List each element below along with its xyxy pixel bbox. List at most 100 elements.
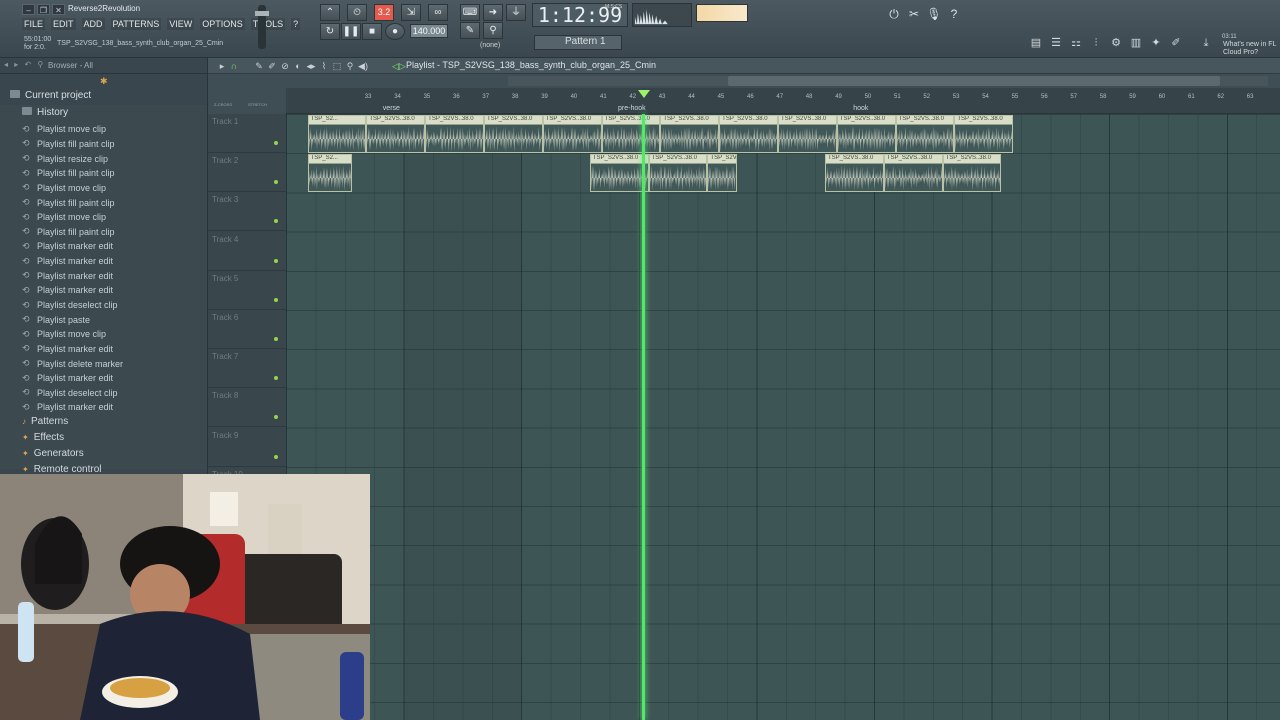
stop-button[interactable]: ■ [362,23,382,40]
clip-header[interactable]: TSP_S2VS..38.0 [649,155,707,165]
horizontal-scrollbar[interactable] [728,76,1220,86]
audio-clip[interactable]: TSP_S2... [307,115,367,153]
clip-header[interactable]: TSP_S2VS..38.0 [590,155,648,165]
menu-tools[interactable]: TOOLS [250,18,286,30]
audio-clip[interactable]: TSP_S2VS..38.0 [777,115,837,153]
mixer-window-icon[interactable]: ⫶ [1088,35,1104,51]
audio-clip[interactable]: TSP_S2VS..38.0 [707,154,737,193]
history-item[interactable]: ⟲ Playlist marker edit [22,371,123,386]
browser-nav-icons[interactable]: ◂ ▸ ↶ ⚲ [4,60,45,69]
playhead[interactable] [641,114,645,720]
cut-icon[interactable]: ✂ [906,6,922,22]
zoom-tool-icon[interactable]: ⚲ [344,59,356,73]
history-folder[interactable]: History [22,107,68,118]
history-item[interactable]: ⟲ Playlist marker edit [22,254,123,269]
audio-clip[interactable]: TSP_S2VS..38.0 [483,115,543,153]
mixer-icon[interactable]: ⏚ [506,4,526,21]
track-header[interactable]: Track 5 [208,271,286,310]
metronome-icon[interactable]: ⌃ [320,4,340,21]
help-icon[interactable]: ? [946,6,962,22]
power-icon[interactable]: ⏻ [886,6,902,22]
audio-clip[interactable]: TSP_S2VS..38.0 [542,115,602,153]
clip-header[interactable]: TSP_S2VS..38.0 [955,116,1013,125]
audio-clip[interactable]: TSP_S2VS..38.0 [366,115,426,153]
track-header[interactable]: Track 7 [208,349,286,389]
track-mute-led[interactable] [274,376,278,381]
history-item[interactable]: ⟲ Playlist marker edit [22,283,123,298]
track-header[interactable]: Track 4 [208,232,286,271]
download-icon[interactable]: ⤓ [1198,35,1214,51]
history-item[interactable]: ⟲ Playlist fill paint clip [22,137,123,152]
playhead-marker[interactable] [637,90,650,98]
clip-header[interactable]: TSP_S2VS..38.0 [426,116,483,125]
menu-patterns[interactable]: PATTERNS [110,18,162,30]
browser-title[interactable]: Browser - All [48,61,93,70]
track-header[interactable]: Track 6 [208,310,286,349]
plugin-picker-icon[interactable]: ✦ [1148,35,1164,51]
menu-view[interactable]: VIEW [167,18,195,30]
slip-tool-icon[interactable]: ◂▸ [305,59,317,73]
clip-header[interactable]: TSP_S2VS..38.0 [661,116,719,125]
category-generators[interactable]: ✦ Generators [22,448,84,459]
clip-header[interactable]: TSP_S2VS..38.0 [602,116,660,125]
clip-header[interactable]: TSP_S2... [308,155,351,165]
close-icon[interactable]: ✕ [52,4,65,15]
clip-header[interactable]: TSP_S2VS..38.0 [943,155,1001,165]
snap-selector[interactable]: (none) [480,42,500,49]
paint-tool-icon[interactable]: ✐ [266,59,278,73]
history-item[interactable]: ⟲ Playlist fill paint clip [22,224,123,239]
history-item[interactable]: ⟲ Playlist marker edit [22,400,123,415]
menu-help[interactable]: ? [291,18,301,30]
clip-header[interactable]: TSP_S2VS..38.0 [543,116,601,125]
audio-clip[interactable]: TSP_S2VS..38.0 [719,115,778,153]
track-mute-led[interactable] [274,141,278,145]
track-mute-led[interactable] [274,454,278,459]
menu-file[interactable]: FILE [22,18,46,30]
history-item[interactable]: ⟲ Playlist delete marker [22,356,123,371]
magnet-icon[interactable]: ∩ [228,59,240,73]
select-tool-icon[interactable]: ⬚ [331,59,343,73]
wait-input-icon[interactable]: ⏲ [347,4,367,21]
microphone-icon[interactable]: 🎙 [926,6,942,22]
playlist-options-icon[interactable]: ▸ [216,59,228,73]
playback-tool-icon[interactable]: ◀) [357,59,369,73]
history-item[interactable]: ⟲ Playlist deselect clip [22,386,123,401]
typing-keyboard-icon[interactable]: ⌨ [460,4,480,21]
clip-header[interactable]: TSP_S2VS..38.0 [778,116,836,125]
pencil-icon[interactable]: ✎ [460,22,480,39]
history-item[interactable]: ⟲ Playlist fill paint clip [22,195,123,210]
audio-clip[interactable]: TSP_S2VS..38.0 [895,115,955,153]
slice-tool-icon[interactable]: ⌇ [318,59,330,73]
star-icon[interactable]: ✱ [100,76,108,87]
step-edit-icon[interactable]: ⇲ [401,4,421,21]
audio-clip[interactable]: TSP_S2VS..38.0 [648,154,708,193]
history-item[interactable]: ⟲ Playlist move clip [22,327,123,342]
audio-clip[interactable]: TSP_S2VS..38.0 [825,154,884,193]
restore-icon[interactable]: ❐ [37,4,50,15]
playlist-arrow-icon[interactable]: ◁▷ [392,59,406,73]
menu-edit[interactable]: EDIT [51,18,76,30]
history-item[interactable]: ⟲ Playlist marker edit [22,268,123,283]
clip-header[interactable]: TSP_S2VS..38.0 [896,116,954,125]
audio-clip[interactable]: TSP_S2VS..38.0 [942,154,1002,193]
news-text[interactable]: What's new in FL Cloud Pro? [1223,41,1279,57]
menu-add[interactable]: ADD [81,18,105,30]
timeline-marker[interactable]: hook [853,105,868,112]
clip-header[interactable]: TSP_S2VS..38.0 [367,116,425,125]
history-item[interactable]: ⟲ Playlist fill paint clip [22,166,123,181]
stretch-label[interactable]: STRETCH [248,102,267,107]
wrench-icon[interactable]: ✐ [1168,35,1184,51]
audio-clip[interactable]: TSP_S2VS..38.0 [589,154,649,193]
audio-clip[interactable]: TSP_S2VS..38.0 [601,115,661,153]
history-item[interactable]: ⟲ Playlist marker edit [22,342,123,357]
record-button[interactable]: 3.2 [374,4,394,21]
history-item[interactable]: ⟲ Playlist deselect clip [22,298,123,313]
history-item[interactable]: ⟲ Playlist paste [22,312,123,327]
category-effects[interactable]: ✦ Effects [22,432,64,443]
browser-window-icon[interactable]: ▥ [1128,35,1144,51]
audio-clip[interactable]: TSP_S2VS..38.0 [883,154,943,193]
track-mute-led[interactable] [274,415,278,420]
track-mute-led[interactable] [274,180,278,185]
delete-tool-icon[interactable]: ⊘ [279,59,291,73]
arrow-icon[interactable]: ➜ [483,4,503,21]
